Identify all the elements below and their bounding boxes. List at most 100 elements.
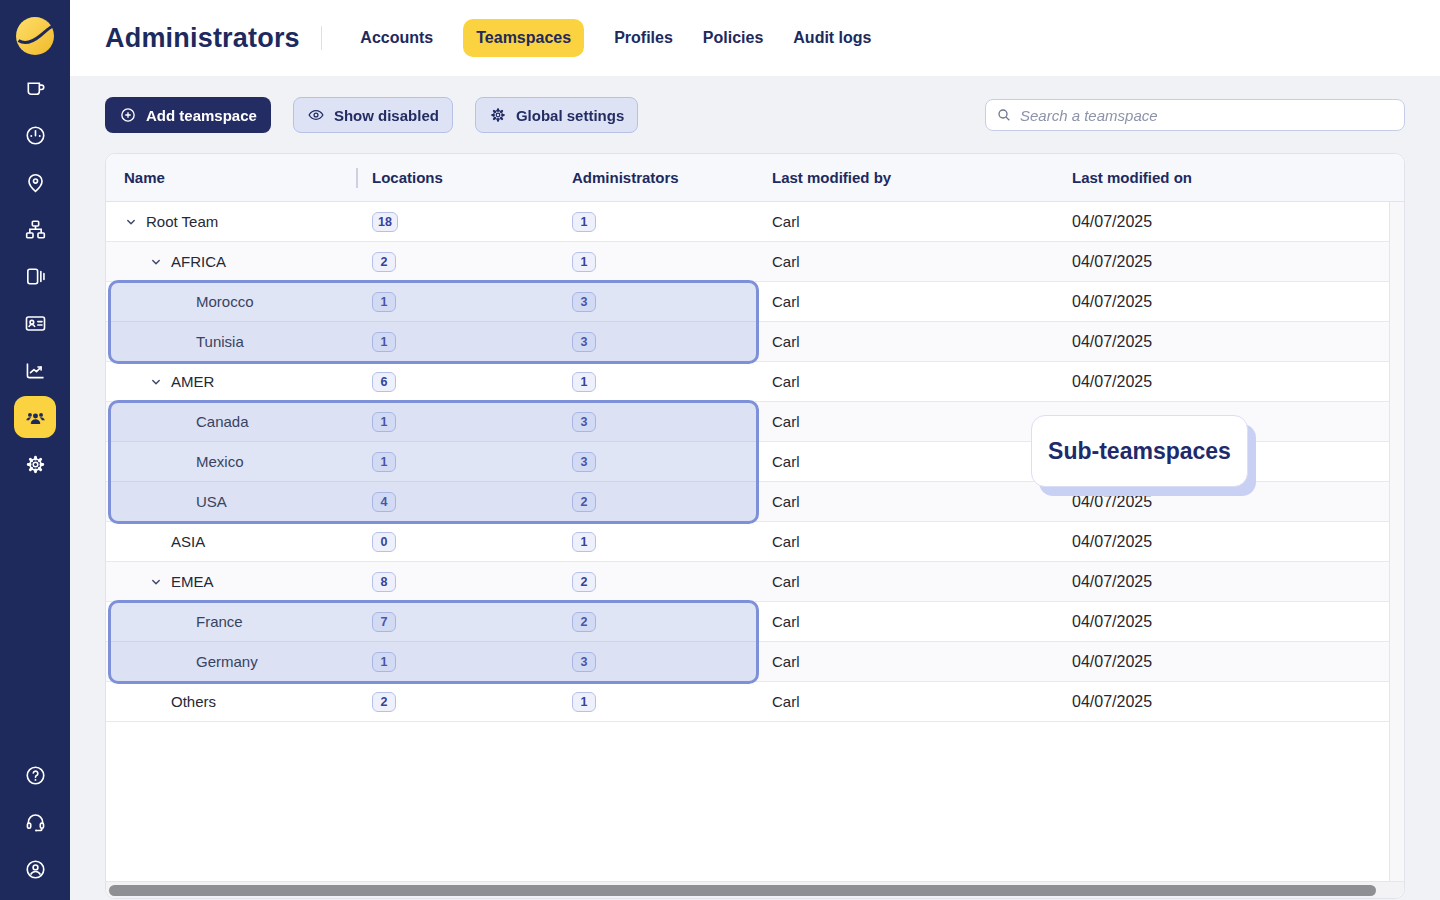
- table-row-germany[interactable]: Germany 1 3 Carl04/07/2025: [106, 642, 1390, 682]
- headset-icon: [24, 811, 47, 834]
- administrators-badge: 1: [572, 372, 596, 392]
- global-settings-label: Global settings: [516, 107, 624, 124]
- table-row-others[interactable]: Others21Carl04/07/2025: [106, 682, 1390, 722]
- chevron-down-icon[interactable]: [149, 375, 163, 389]
- last-modified-by: Carl: [772, 373, 1072, 390]
- teamspace-name: USA: [196, 493, 227, 510]
- administrators-badge: 1: [572, 692, 596, 712]
- chevron-down-icon[interactable]: [149, 575, 163, 589]
- locations-badge: 8: [372, 572, 396, 592]
- last-modified-on: 04/07/2025: [1072, 533, 1390, 551]
- map-pin-icon: [24, 171, 47, 194]
- sidebar-item-users-group[interactable]: [14, 396, 56, 438]
- tab-policies[interactable]: Policies: [703, 29, 763, 47]
- teamspace-name: ASIA: [171, 533, 205, 550]
- org-chart-icon: [24, 218, 47, 241]
- administrators-badge: 1: [572, 252, 596, 272]
- table-row-africa[interactable]: AFRICA21Carl04/07/2025: [106, 242, 1390, 282]
- show-disabled-button[interactable]: Show disabled: [293, 97, 453, 133]
- administrators-badge: 2: [572, 612, 596, 632]
- sidebar-item-org-chart[interactable]: [14, 208, 56, 250]
- locations-badge: 0: [372, 532, 396, 552]
- sidebar-item-line-chart[interactable]: [14, 349, 56, 391]
- search-icon: [996, 107, 1012, 123]
- users-group-icon: [24, 406, 47, 429]
- column-header-last-modified-by: Last modified by: [772, 169, 1072, 186]
- tab-teamspaces[interactable]: Teamspaces: [463, 19, 584, 57]
- administrators-badge: 3: [572, 652, 596, 672]
- last-modified-by: Carl: [772, 333, 1072, 350]
- table-row-emea[interactable]: EMEA82Carl04/07/2025: [106, 562, 1390, 602]
- sidebar-item-coffee-mug[interactable]: [14, 67, 56, 109]
- last-modified-by: Carl: [772, 453, 1072, 470]
- last-modified-by: Carl: [772, 253, 1072, 270]
- table-row-france[interactable]: France72Carl04/07/2025: [106, 602, 1390, 642]
- horizontal-scrollbar-track[interactable]: [106, 881, 1404, 898]
- user-circle-icon: [24, 858, 47, 881]
- eye-icon: [307, 106, 325, 124]
- column-header-administrators: Administrators: [572, 169, 772, 186]
- sidebar-item-contact-card[interactable]: [14, 302, 56, 344]
- table-row-root-team[interactable]: Root Team181Carl04/07/2025: [106, 202, 1390, 242]
- locations-badge: 1: [372, 292, 396, 312]
- table-row-morocco[interactable]: Morocco13Carl04/07/2025: [106, 282, 1390, 322]
- last-modified-on: 04/07/2025: [1072, 293, 1390, 311]
- help-circle-icon: [24, 764, 47, 787]
- gear-icon: [489, 106, 507, 124]
- gear-icon: [24, 453, 47, 476]
- last-modified-by: Carl: [772, 293, 1072, 310]
- tab-profiles[interactable]: Profiles: [614, 29, 673, 47]
- teamspace-name: AFRICA: [171, 253, 226, 270]
- add-teamspace-button[interactable]: Add teamspace: [105, 97, 271, 133]
- horizontal-scrollbar-thumb[interactable]: [109, 885, 1376, 896]
- vertical-scrollbar-track[interactable]: [1389, 202, 1404, 883]
- teamspace-name: Mexico: [196, 453, 244, 470]
- administrators-badge: 1: [572, 212, 596, 232]
- sidebar-bottom-icons: [14, 754, 56, 890]
- sidebar-item-help-circle[interactable]: [14, 754, 56, 796]
- sidebar-item-map-pin[interactable]: [14, 161, 56, 203]
- teamspace-name: EMEA: [171, 573, 214, 590]
- table-row-asia[interactable]: ASIA01Carl04/07/2025: [106, 522, 1390, 562]
- locations-badge: 1: [372, 412, 396, 432]
- title-divider: [321, 26, 323, 50]
- last-modified-on: 04/07/2025: [1072, 653, 1390, 671]
- chevron-down-icon[interactable]: [124, 215, 138, 229]
- sidebar-item-gauge[interactable]: [14, 114, 56, 156]
- search-input[interactable]: [1020, 107, 1394, 124]
- teamspace-name: Germany: [196, 653, 258, 670]
- chevron-down-icon[interactable]: [149, 255, 163, 269]
- sidebar-item-panels[interactable]: [14, 255, 56, 297]
- table-row-tunisia[interactable]: Tunisia13Carl04/07/2025: [106, 322, 1390, 362]
- teamspace-name: Canada: [196, 413, 249, 430]
- gauge-icon: [24, 124, 47, 147]
- sidebar-item-headset[interactable]: [14, 801, 56, 843]
- locations-badge: 1: [372, 652, 396, 672]
- teamspace-name: Root Team: [146, 213, 218, 230]
- table-header: NameLocationsAdministratorsLast modified…: [106, 154, 1404, 202]
- locations-badge: 2: [372, 692, 396, 712]
- locations-badge: 1: [372, 332, 396, 352]
- administrators-badge: 3: [572, 292, 596, 312]
- sidebar-item-gear[interactable]: [14, 443, 56, 485]
- tab-accounts[interactable]: Accounts: [360, 29, 433, 47]
- locations-badge: 6: [372, 372, 396, 392]
- last-modified-by: Carl: [772, 493, 1072, 510]
- last-modified-by: Carl: [772, 693, 1072, 710]
- sidebar-item-user-circle[interactable]: [14, 848, 56, 890]
- tab-audit-logs[interactable]: Audit logs: [793, 29, 871, 47]
- contact-card-icon: [24, 312, 47, 335]
- locations-badge: 18: [372, 212, 398, 232]
- last-modified-by: Carl: [772, 613, 1072, 630]
- brand-logo-icon[interactable]: [16, 17, 54, 55]
- global-settings-button[interactable]: Global settings: [475, 97, 638, 133]
- search-box[interactable]: [985, 99, 1405, 131]
- last-modified-by: Carl: [772, 653, 1072, 670]
- add-teamspace-label: Add teamspace: [146, 107, 257, 124]
- table-row-usa[interactable]: USA42Carl04/07/2025: [106, 482, 1390, 522]
- last-modified-by: Carl: [772, 533, 1072, 550]
- teamspace-name: Tunisia: [196, 333, 244, 350]
- table-row-amer[interactable]: AMER61Carl04/07/2025: [106, 362, 1390, 402]
- column-header-locations: Locations: [372, 169, 572, 186]
- last-modified-by: Carl: [772, 213, 1072, 230]
